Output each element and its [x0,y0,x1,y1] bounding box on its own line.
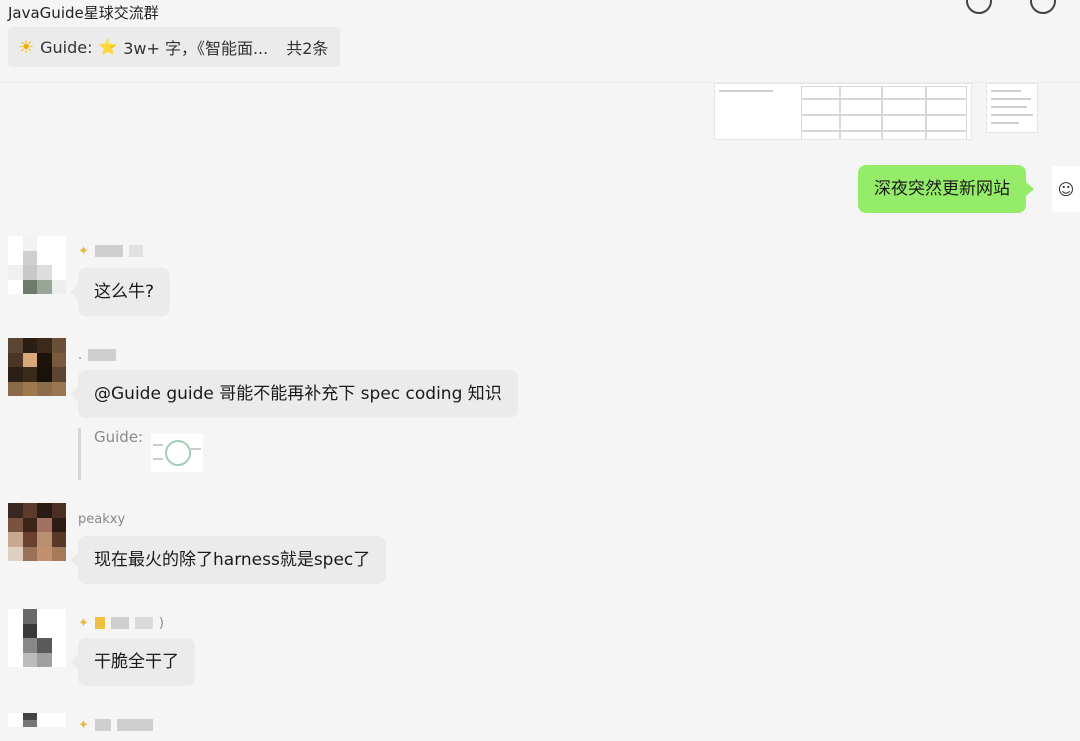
quoted-image-thumbnail[interactable] [151,434,204,472]
cartoon-face-icon: ☺ [1057,179,1075,199]
sender-name: . [78,346,117,364]
pinned-sender: Guide: [40,37,93,57]
message-bubble[interactable]: 这么牛? [69,268,171,316]
pinned-preview: 3w+ 字，《智能面... [123,39,269,58]
sender-name: ✦ ) [78,615,164,631]
pinned-count: 共2条 [286,39,329,58]
shared-image-document[interactable] [986,83,1038,133]
pinned-message-bar[interactable]: ☀ Guide: ⭐ 3w+ 字，《智能面... 共2条 [8,27,341,67]
sparkle-emoji-icon: ✦ [78,615,89,631]
message-bubble-outgoing[interactable]: 深夜突然更新网站 [858,165,1034,213]
sparkle-emoji-icon: ✦ [78,717,89,733]
sender-name: ✦ [78,242,149,260]
sun-emoji-icon: ☀ [18,36,35,58]
quote-author: Guide: [94,428,144,446]
quoted-message[interactable]: Guide: [78,428,204,480]
avatar[interactable] [8,236,66,294]
message-bubble[interactable]: @Guide guide 哥能不能再补充下 spec coding 知识 [70,370,518,418]
message-bubble[interactable]: 干脆全干了 [70,638,195,686]
avatar[interactable] [8,609,66,667]
avatar[interactable] [8,338,66,396]
shared-image-table[interactable] [714,83,972,140]
star-emoji-icon: ⭐ [98,38,118,56]
my-avatar[interactable]: ☺ [1052,166,1080,212]
group-title[interactable]: JavaGuide星球交流群 [8,2,159,23]
avatar[interactable] [8,713,66,741]
sender-name: peakxy [78,511,126,527]
sender-name: ✦ [78,716,159,734]
sparkle-emoji-icon: ✦ [78,243,89,259]
avatar[interactable] [8,503,66,561]
message-bubble[interactable]: 现在最火的除了harness就是spec了 [69,536,387,584]
